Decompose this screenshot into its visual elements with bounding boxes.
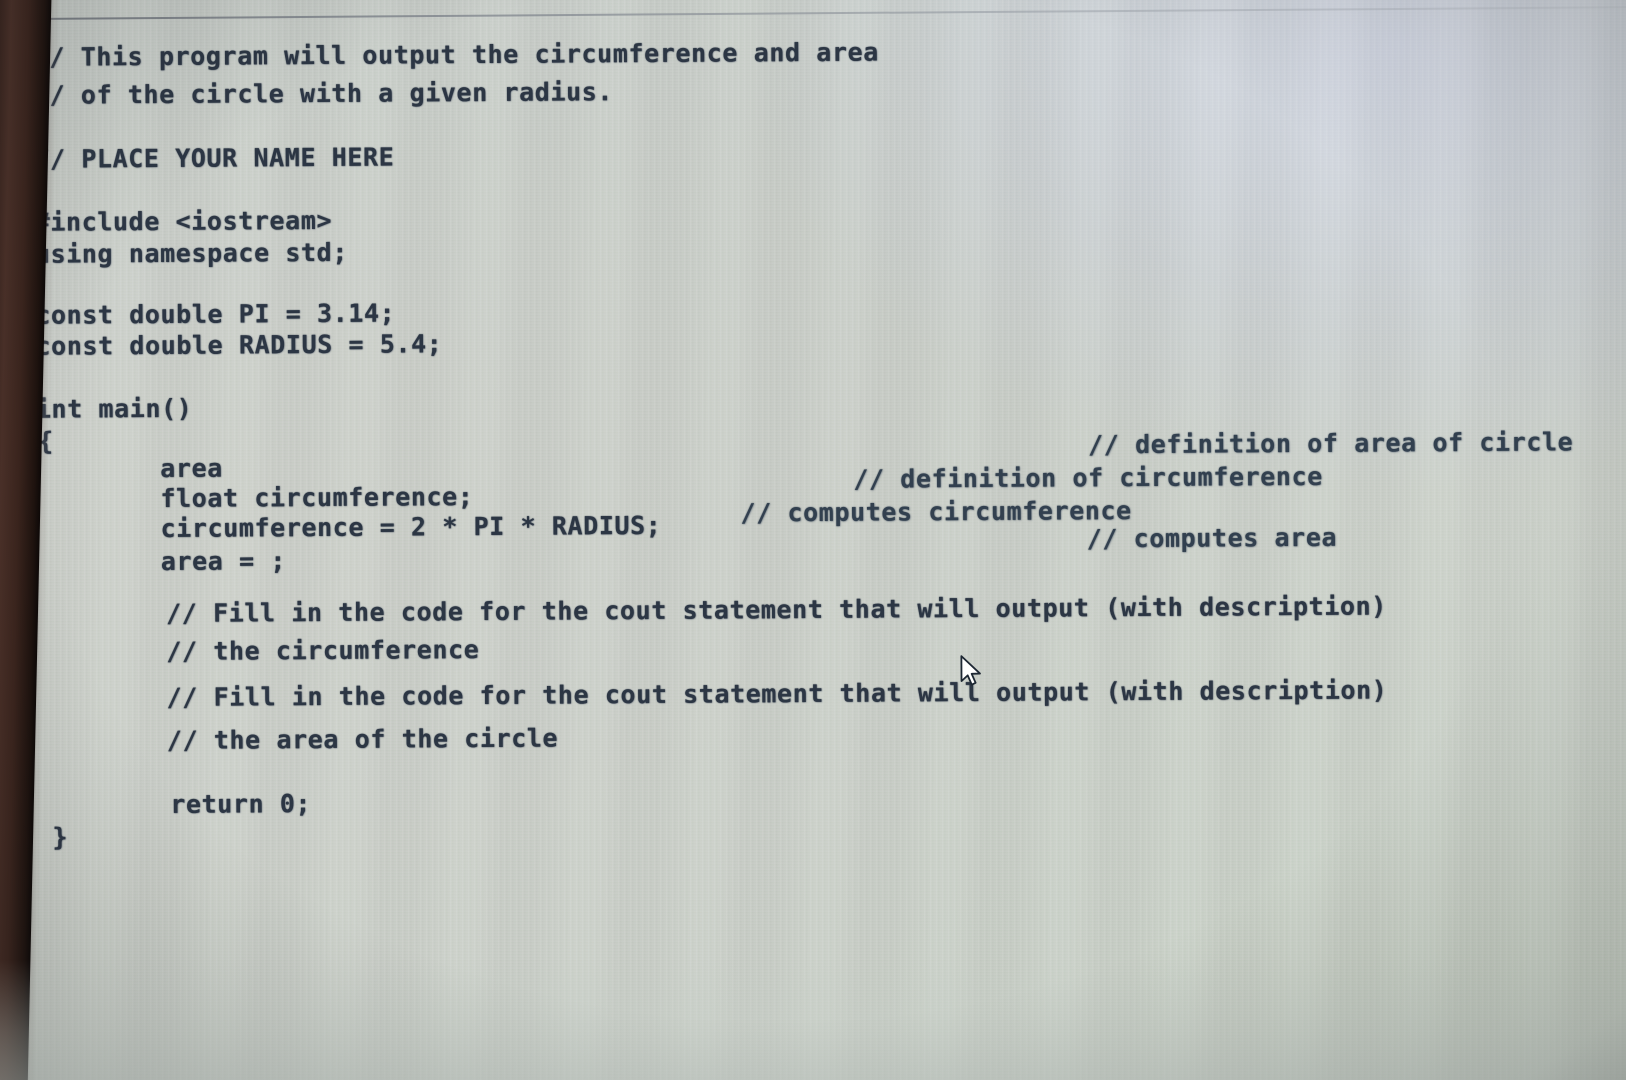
code-line: area (160, 453, 223, 483)
code-line: { (37, 426, 54, 456)
code-line: } (52, 822, 69, 852)
annotation-comment: // computes circumference (740, 496, 1132, 528)
code-line: int main() (35, 393, 193, 424)
code-line: float circumference; (160, 482, 474, 513)
code-line: #include <iostream> (34, 205, 333, 237)
code-editor-text-area[interactable]: // This program will output the circumfe… (0, 0, 1626, 1080)
code-line: circumference = 2 * PI * RADIUS; (160, 510, 662, 543)
code-line: // PLACE YOUR NAME HERE (34, 142, 395, 174)
annotation-comment: // definition of area of circle (1087, 427, 1574, 460)
code-line: // Fill in the code for the cout stateme… (166, 675, 1388, 712)
code-line: area = ; (160, 546, 287, 576)
annotation-comment: // computes area (1086, 522, 1338, 554)
code-line: // of the circle with a given radius. (33, 77, 614, 110)
code-line: using namespace std; (34, 237, 349, 269)
code-line: // This program will output the circumfe… (33, 37, 879, 72)
annotation-comment: // definition of circumference (853, 461, 1323, 494)
code-line: const double PI = 3.14; (35, 298, 396, 330)
code-line: // the area of the circle (166, 723, 559, 755)
code-line: // the circumference (166, 635, 480, 666)
code-line: // Fill in the code for the cout stateme… (166, 591, 1387, 628)
code-line: return 0; (170, 789, 312, 819)
screenshot-root: // This program will output the circumfe… (0, 0, 1626, 1080)
code-line: const double RADIUS = 5.4; (35, 329, 443, 361)
